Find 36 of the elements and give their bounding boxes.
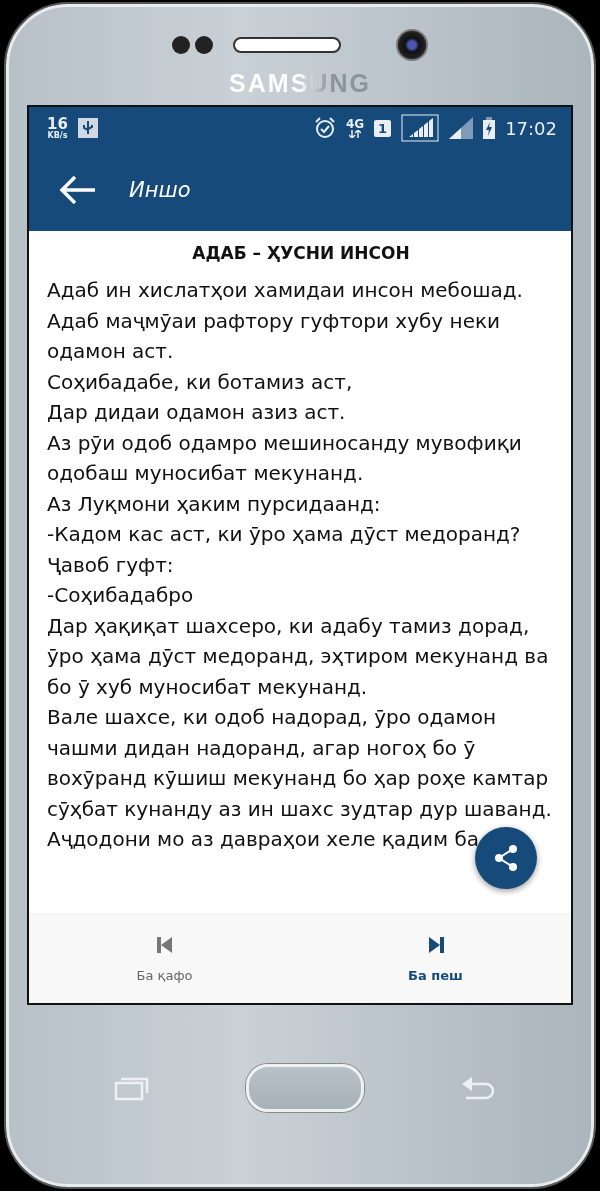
paragraph: Дар дидаи одамон азиз аст. xyxy=(47,399,347,426)
usb-icon xyxy=(77,118,98,138)
signal-icon xyxy=(401,114,440,142)
camera-icon xyxy=(396,29,428,61)
article-heading: АДАБ – ҲУСНИ ИНСОН xyxy=(191,243,411,263)
paragraph: -Кадом кас аст, ки ӯро ҳама дӯст медоранд? xyxy=(47,521,522,548)
paragraph: Вале шахсе, ки одоб надорад, ӯро одамон чашми дидан надоранд, агар ногоҳ бо ӯ вохӯранд кӯшиш мекунанд бо ҳар роҳе камтар сӯҳбат кунанду аз ин шахс зудтар дур шаванд. xyxy=(47,704,553,823)
nav-item[interactable]: Ба пеш xyxy=(300,915,571,1003)
paragraph: Адаб маҷмӯаи рафтору гуфтори хубу неки одамон аст. xyxy=(47,307,502,365)
paragraph: -Соҳибадабро xyxy=(47,582,195,609)
skip-next-icon xyxy=(427,935,444,954)
alarm-icon xyxy=(313,117,336,139)
back-arrow-icon xyxy=(59,175,97,205)
paragraph: Аҷдодони мо аз давраҳои хеле қадим ба xyxy=(47,826,481,853)
paragraph: Дар ҳақиқат шахсеро, ки адабу тамиз дорад, ӯро ҳама дӯст медоранд, эҳтиром мекунанд ва бо ӯ хуб муносибат мекунанд. xyxy=(47,612,550,701)
paragraph: Аз Луқмони ҳаким пурсидаанд: xyxy=(47,490,382,518)
sim-indicator: 1 xyxy=(374,119,392,137)
clock: 17:02 xyxy=(505,117,557,139)
home-button[interactable] xyxy=(246,1063,364,1112)
battery-charging-icon xyxy=(483,117,496,139)
back-icon[interactable] xyxy=(460,1074,496,1101)
nav-item[interactable]: Ба қафо xyxy=(29,915,300,1003)
screen-title: Иншо xyxy=(129,178,191,202)
back-button[interactable] xyxy=(59,175,97,205)
network-speed: 16 xyxy=(47,116,68,132)
network-type: 4G xyxy=(345,118,365,130)
sensor-icon xyxy=(195,36,213,54)
data-arrows-icon xyxy=(348,130,361,138)
sensor-icon xyxy=(172,36,190,54)
paragraph: Ҷавоб гуфт: xyxy=(47,551,175,579)
skip-previous-icon xyxy=(156,935,173,954)
paragraph: Аз рӯи одоб одамро мешиносанду мувофиқи одобаш муносибат мекунанд. xyxy=(47,429,523,487)
signal-icon xyxy=(449,117,474,139)
paragraph: Соҳибадабе, ки ботамиз аст, xyxy=(47,368,354,396)
speed-unit: KB/s xyxy=(47,131,68,140)
paragraph: Адаб ин хислатҳои хамидаи инсон мебошад. xyxy=(47,277,524,304)
